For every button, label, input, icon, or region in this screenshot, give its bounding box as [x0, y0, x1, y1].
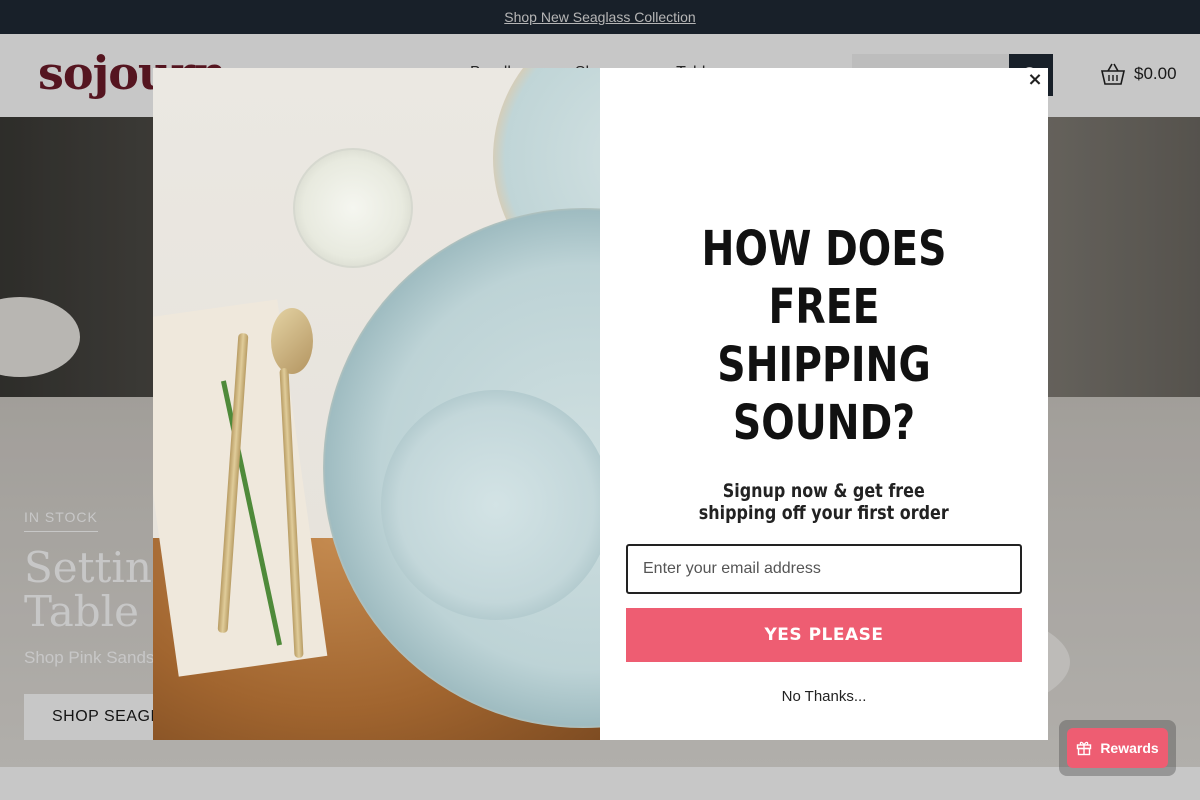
rewards-label: Rewards: [1100, 740, 1159, 756]
modal-title: HOW DOES FREE SHIPPING SOUND?: [676, 220, 971, 452]
close-button[interactable]: ×: [1024, 68, 1046, 90]
rewards-button[interactable]: Rewards: [1067, 728, 1168, 768]
plate-image: [381, 390, 600, 620]
gift-icon: [1077, 741, 1092, 756]
signup-form: × HOW DOES FREE SHIPPING SOUND? Signup n…: [600, 68, 1048, 740]
modal-title-text: HOW DOES FREE SHIPPING SOUND?: [701, 221, 947, 451]
signup-modal: × HOW DOES FREE SHIPPING SOUND? Signup n…: [153, 68, 1048, 740]
yes-please-button[interactable]: YES PLEASE: [626, 608, 1022, 662]
subtitle-line-1: Signup now & get free: [722, 480, 926, 502]
subtitle-line-2: shipping off your first order: [699, 502, 949, 524]
email-field[interactable]: [626, 544, 1022, 594]
modal-subtitle: Signup now & get free shipping off your …: [699, 480, 949, 524]
glass-image: [293, 148, 413, 268]
spoon-image: [271, 308, 313, 374]
no-thanks-link[interactable]: No Thanks...: [782, 688, 867, 705]
tableware-image: [153, 68, 600, 740]
